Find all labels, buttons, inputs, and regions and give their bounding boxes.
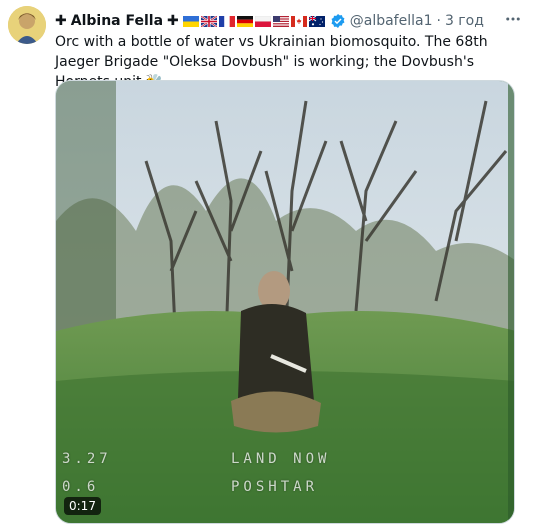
video-duration-badge: 0:17	[64, 497, 101, 515]
avatar[interactable]	[8, 6, 46, 44]
verified-badge-icon	[330, 13, 346, 29]
france-flag-icon	[218, 15, 235, 27]
author-handle[interactable]: @albafella1	[350, 12, 433, 30]
osd-status-1: LAND NOW	[231, 451, 331, 467]
author-name[interactable]: Albina Fella	[71, 12, 163, 30]
video-player[interactable]: 3.27 LAND NOW 0.6 POSHTAR 0:17	[55, 80, 515, 524]
timestamp[interactable]: 3 год	[445, 12, 484, 30]
separator-dot: ·	[436, 13, 441, 29]
flag-list	[182, 15, 327, 27]
tweet-header: ✚ Albina Fella ✚ @albafella1 · 3 год	[55, 12, 484, 30]
poland-flag-icon	[254, 15, 271, 27]
ukraine-flag-icon	[182, 15, 199, 27]
name-prefix-symbol: ✚	[55, 13, 67, 29]
name-suffix-symbol: ✚	[167, 13, 179, 29]
germany-flag-icon	[236, 15, 253, 27]
usa-flag-icon	[272, 15, 289, 27]
osd-status-2: POSHTAR	[231, 479, 319, 495]
tweet[interactable]: ✚ Albina Fella ✚ @albafella1 · 3 год Orc…	[0, 0, 534, 527]
australia-flag-icon	[308, 15, 325, 27]
uk-flag-icon	[200, 15, 217, 27]
osd-readout-1: 3.27	[62, 451, 112, 467]
more-options-icon[interactable]	[504, 10, 522, 32]
osd-readout-2: 0.6	[62, 479, 100, 495]
canada-flag-icon	[290, 15, 307, 27]
